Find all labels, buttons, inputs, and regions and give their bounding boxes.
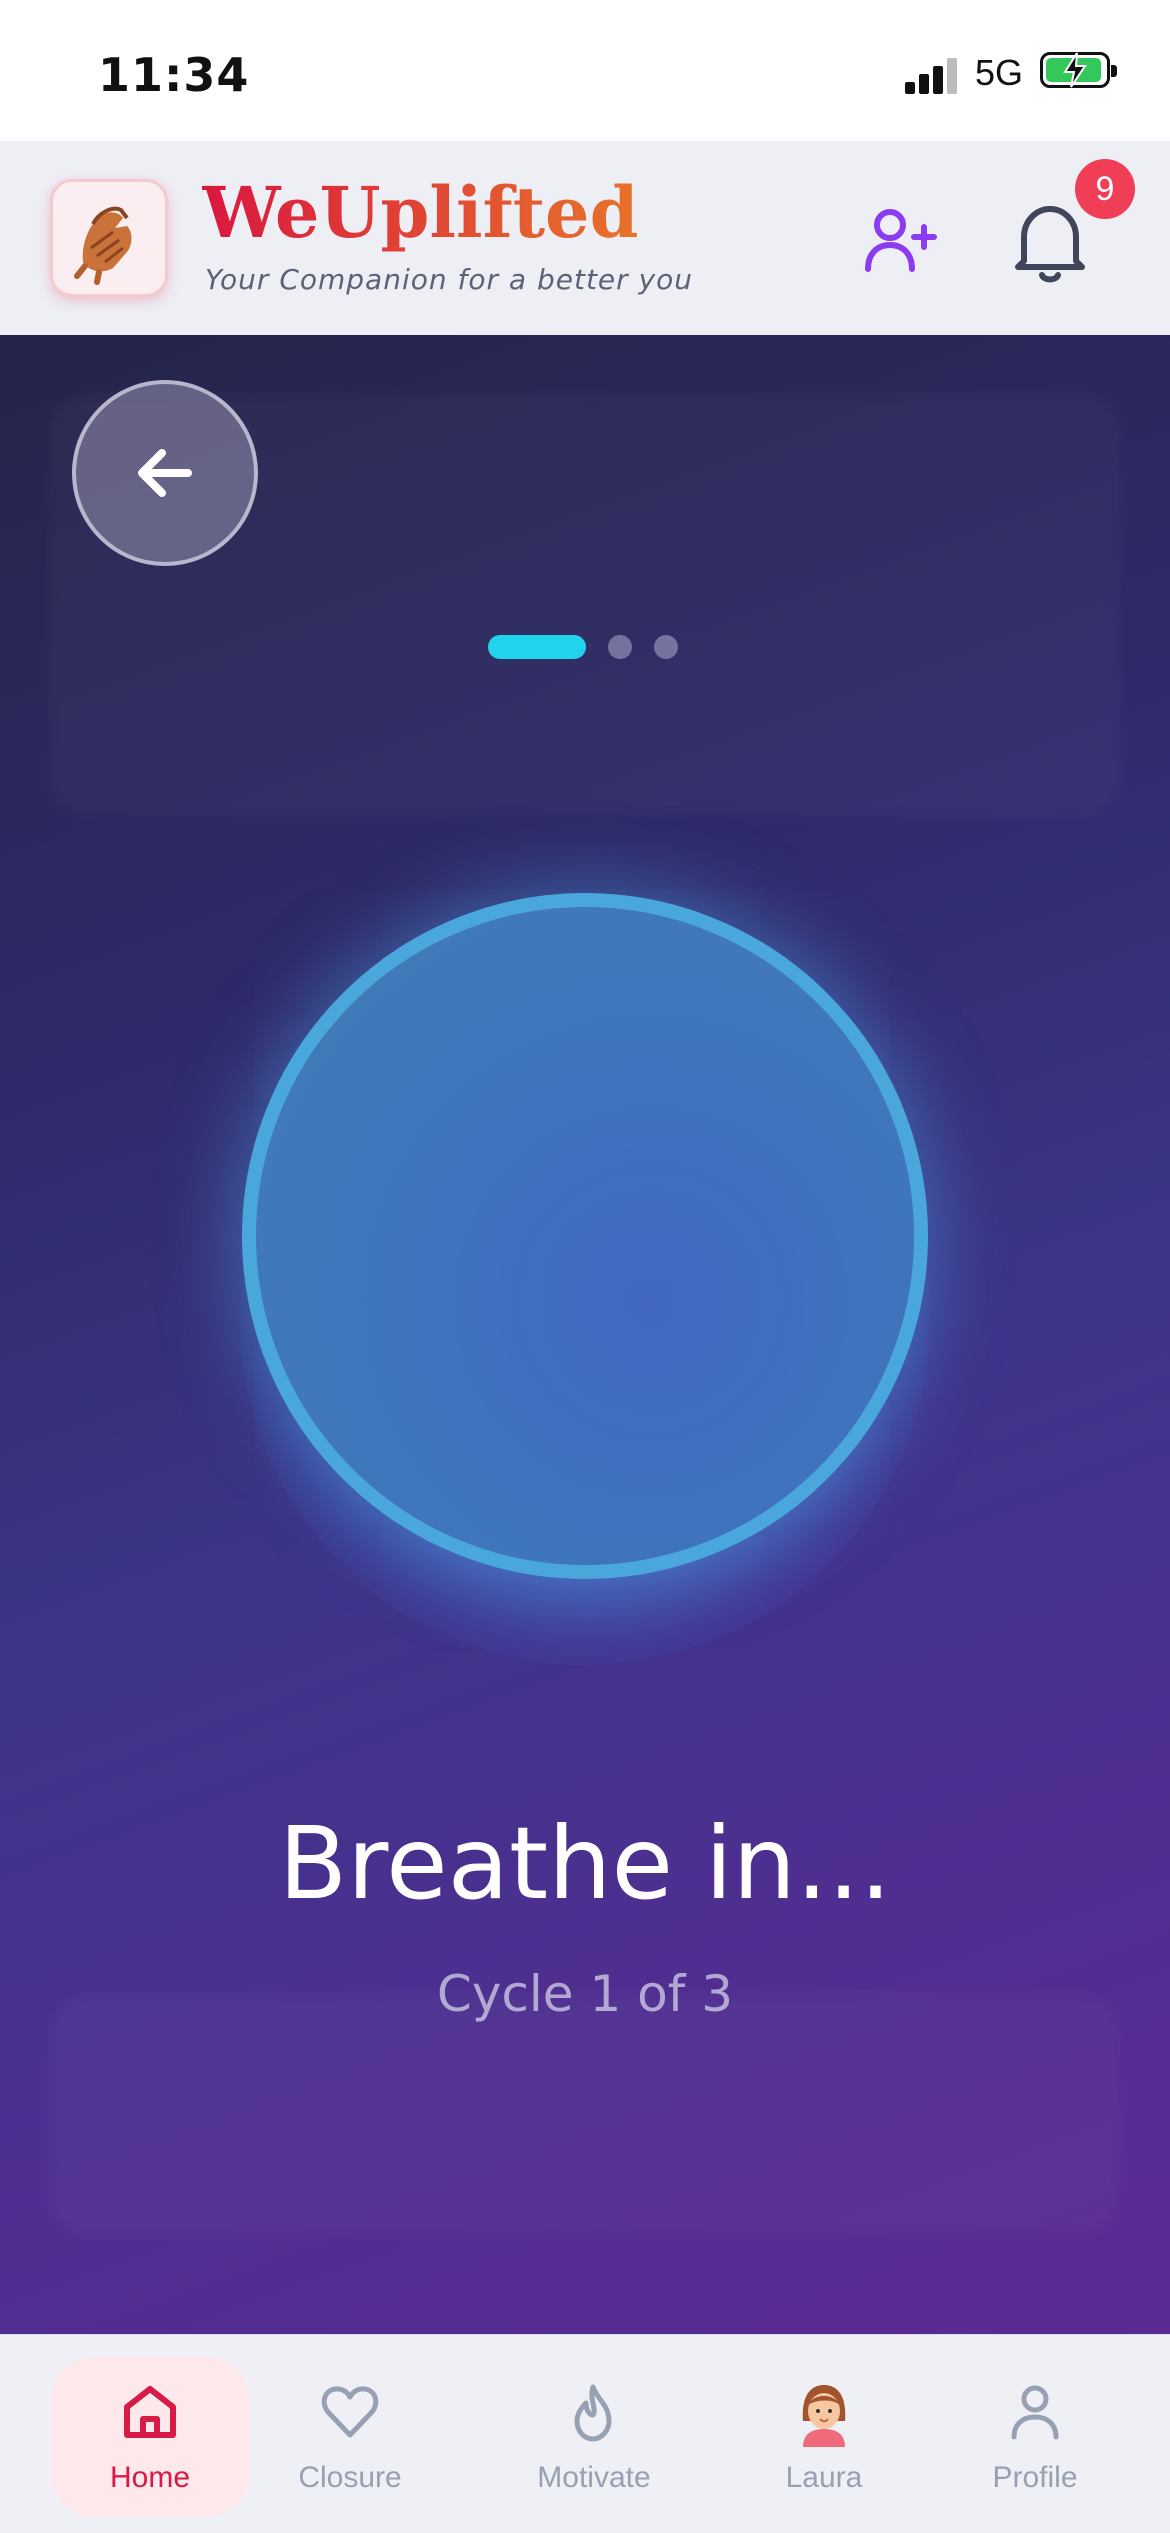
tab-home[interactable]: Home — [50, 2357, 250, 2517]
breathing-exercise: Breathe in... Cycle 1 of 3 — [0, 335, 1170, 2334]
status-time: 11:34 — [98, 48, 250, 102]
tab-closure[interactable]: Closure — [250, 2357, 450, 2517]
tab-profile[interactable]: Profile — [935, 2357, 1135, 2517]
step-dot — [608, 635, 632, 659]
breath-circle — [242, 893, 928, 1579]
flame-icon — [574, 2384, 612, 2442]
cycle-counter: Cycle 1 of 3 — [436, 1965, 734, 2023]
user-plus-icon[interactable] — [860, 201, 940, 281]
back-button[interactable] — [72, 380, 258, 566]
handshake-logo — [50, 179, 168, 297]
brand-title: WeUplifted — [202, 171, 639, 254]
tab-motivate[interactable]: Motivate — [494, 2357, 694, 2517]
tab-label: Laura — [785, 2461, 863, 2494]
bottom-tab-bar: Home Closure Motivate Laura Profile — [0, 2334, 1170, 2533]
heart-icon — [321, 2386, 379, 2438]
tab-laura[interactable]: Laura — [724, 2357, 924, 2517]
status-bar: 11:34 5G — [0, 0, 1170, 141]
tab-label: Profile — [992, 2461, 1078, 2494]
signal-icon — [905, 56, 961, 94]
network-type: 5G — [975, 52, 1024, 93]
home-icon — [124, 2386, 176, 2438]
notification-badge: 9 — [1075, 159, 1135, 219]
step-dot — [654, 635, 678, 659]
arrow-left-icon — [138, 449, 192, 497]
avatar-icon — [802, 2385, 846, 2447]
breath-instruction: Breathe in... — [278, 1805, 892, 1922]
tab-label: Home — [109, 2461, 191, 2494]
battery-icon — [1040, 52, 1117, 88]
step-dot-active — [488, 635, 586, 659]
tab-label: Closure — [298, 2461, 402, 2494]
tab-label: Motivate — [537, 2461, 651, 2494]
brand-tagline: Your Companion for a better you — [205, 263, 694, 296]
user-icon — [1011, 2385, 1059, 2440]
app-header: WeUplifted Your Companion for a better y… — [0, 141, 1170, 336]
bell-icon[interactable] — [1010, 197, 1090, 287]
